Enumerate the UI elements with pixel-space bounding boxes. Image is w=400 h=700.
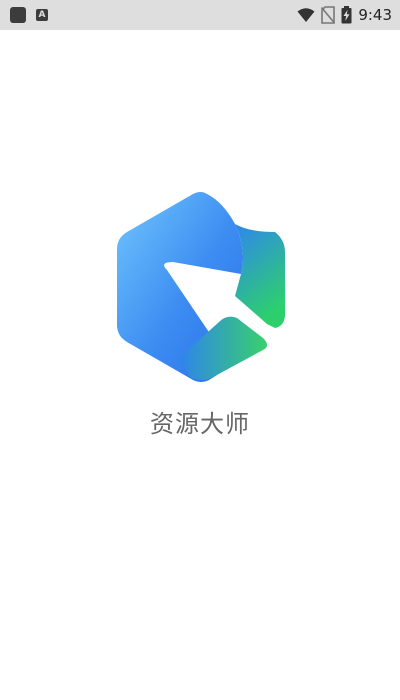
app-logo-icon [117,192,285,382]
clock: 9:43 [358,6,392,24]
splash-screen: A 9:43 资源大师 [0,0,400,700]
a-notification-icon: A [36,9,48,21]
battery-charging-icon [341,6,352,24]
status-bar-system: 9:43 [297,5,392,25]
wifi-icon [297,8,315,22]
status-bar-notifications: A [10,7,48,23]
status-bar: A 9:43 [0,0,400,30]
app-name: 资源大师 [150,410,250,438]
app-notification-icon [10,7,26,23]
no-sim-icon [321,6,336,24]
